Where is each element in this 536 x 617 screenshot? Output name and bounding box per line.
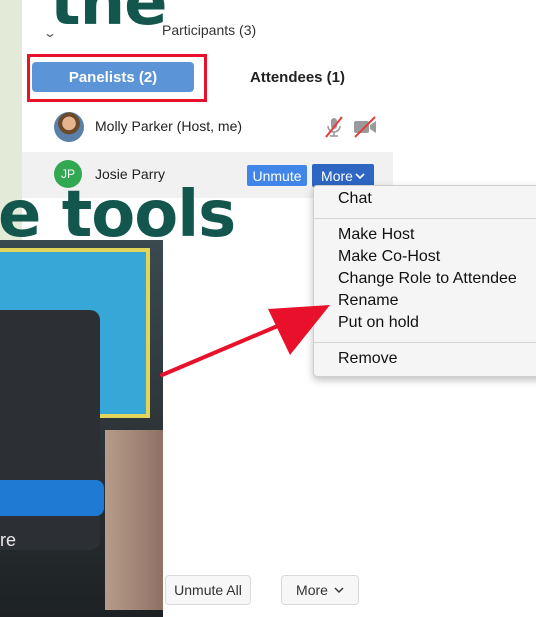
article-heading-top: the [50, 0, 168, 40]
tab-attendees[interactable]: Attendees (1) [250, 69, 345, 86]
muted-mic-icon[interactable] [322, 115, 346, 139]
article-heading-tools: e tools [0, 178, 236, 252]
chevron-down-icon [334, 587, 344, 593]
menu-item-rename[interactable]: Rename [338, 292, 398, 310]
highlight-box [27, 54, 207, 102]
avatar [54, 112, 84, 142]
menu-item-change-role[interactable]: Change Role to Attendee [338, 270, 517, 288]
menu-item-put-on-hold[interactable]: Put on hold [338, 314, 419, 332]
menu-item-chat[interactable]: Chat [338, 190, 372, 208]
red-arrow-icon [160, 305, 330, 377]
photo-blue-button [0, 480, 104, 516]
more-context-menu: Chat Make Host Make Co-Host Change Role … [313, 185, 536, 377]
participants-title: Participants (3) [162, 22, 257, 38]
footer-more-label: More [296, 582, 328, 598]
menu-item-make-host[interactable]: Make Host [338, 226, 414, 244]
participant-name: Molly Parker (Host, me) [95, 118, 243, 134]
unmute-all-button[interactable]: Unmute All [165, 575, 251, 605]
footer-more-button[interactable]: More [281, 575, 359, 605]
article-photo: re [0, 240, 163, 617]
menu-divider [314, 218, 536, 219]
menu-divider [314, 342, 536, 343]
menu-item-remove[interactable]: Remove [338, 350, 398, 368]
participant-row-host[interactable]: Molly Parker (Host, me) [22, 103, 393, 149]
unmute-button[interactable]: Unmute [247, 165, 307, 186]
chevron-down-icon [355, 172, 365, 179]
photo-hand [105, 430, 163, 610]
photo-caption-fragment: re [0, 530, 17, 550]
menu-item-make-co-host[interactable]: Make Co-Host [338, 248, 440, 266]
more-button[interactable]: More [312, 164, 374, 187]
video-off-icon[interactable] [352, 115, 378, 139]
more-button-label: More [321, 167, 353, 184]
